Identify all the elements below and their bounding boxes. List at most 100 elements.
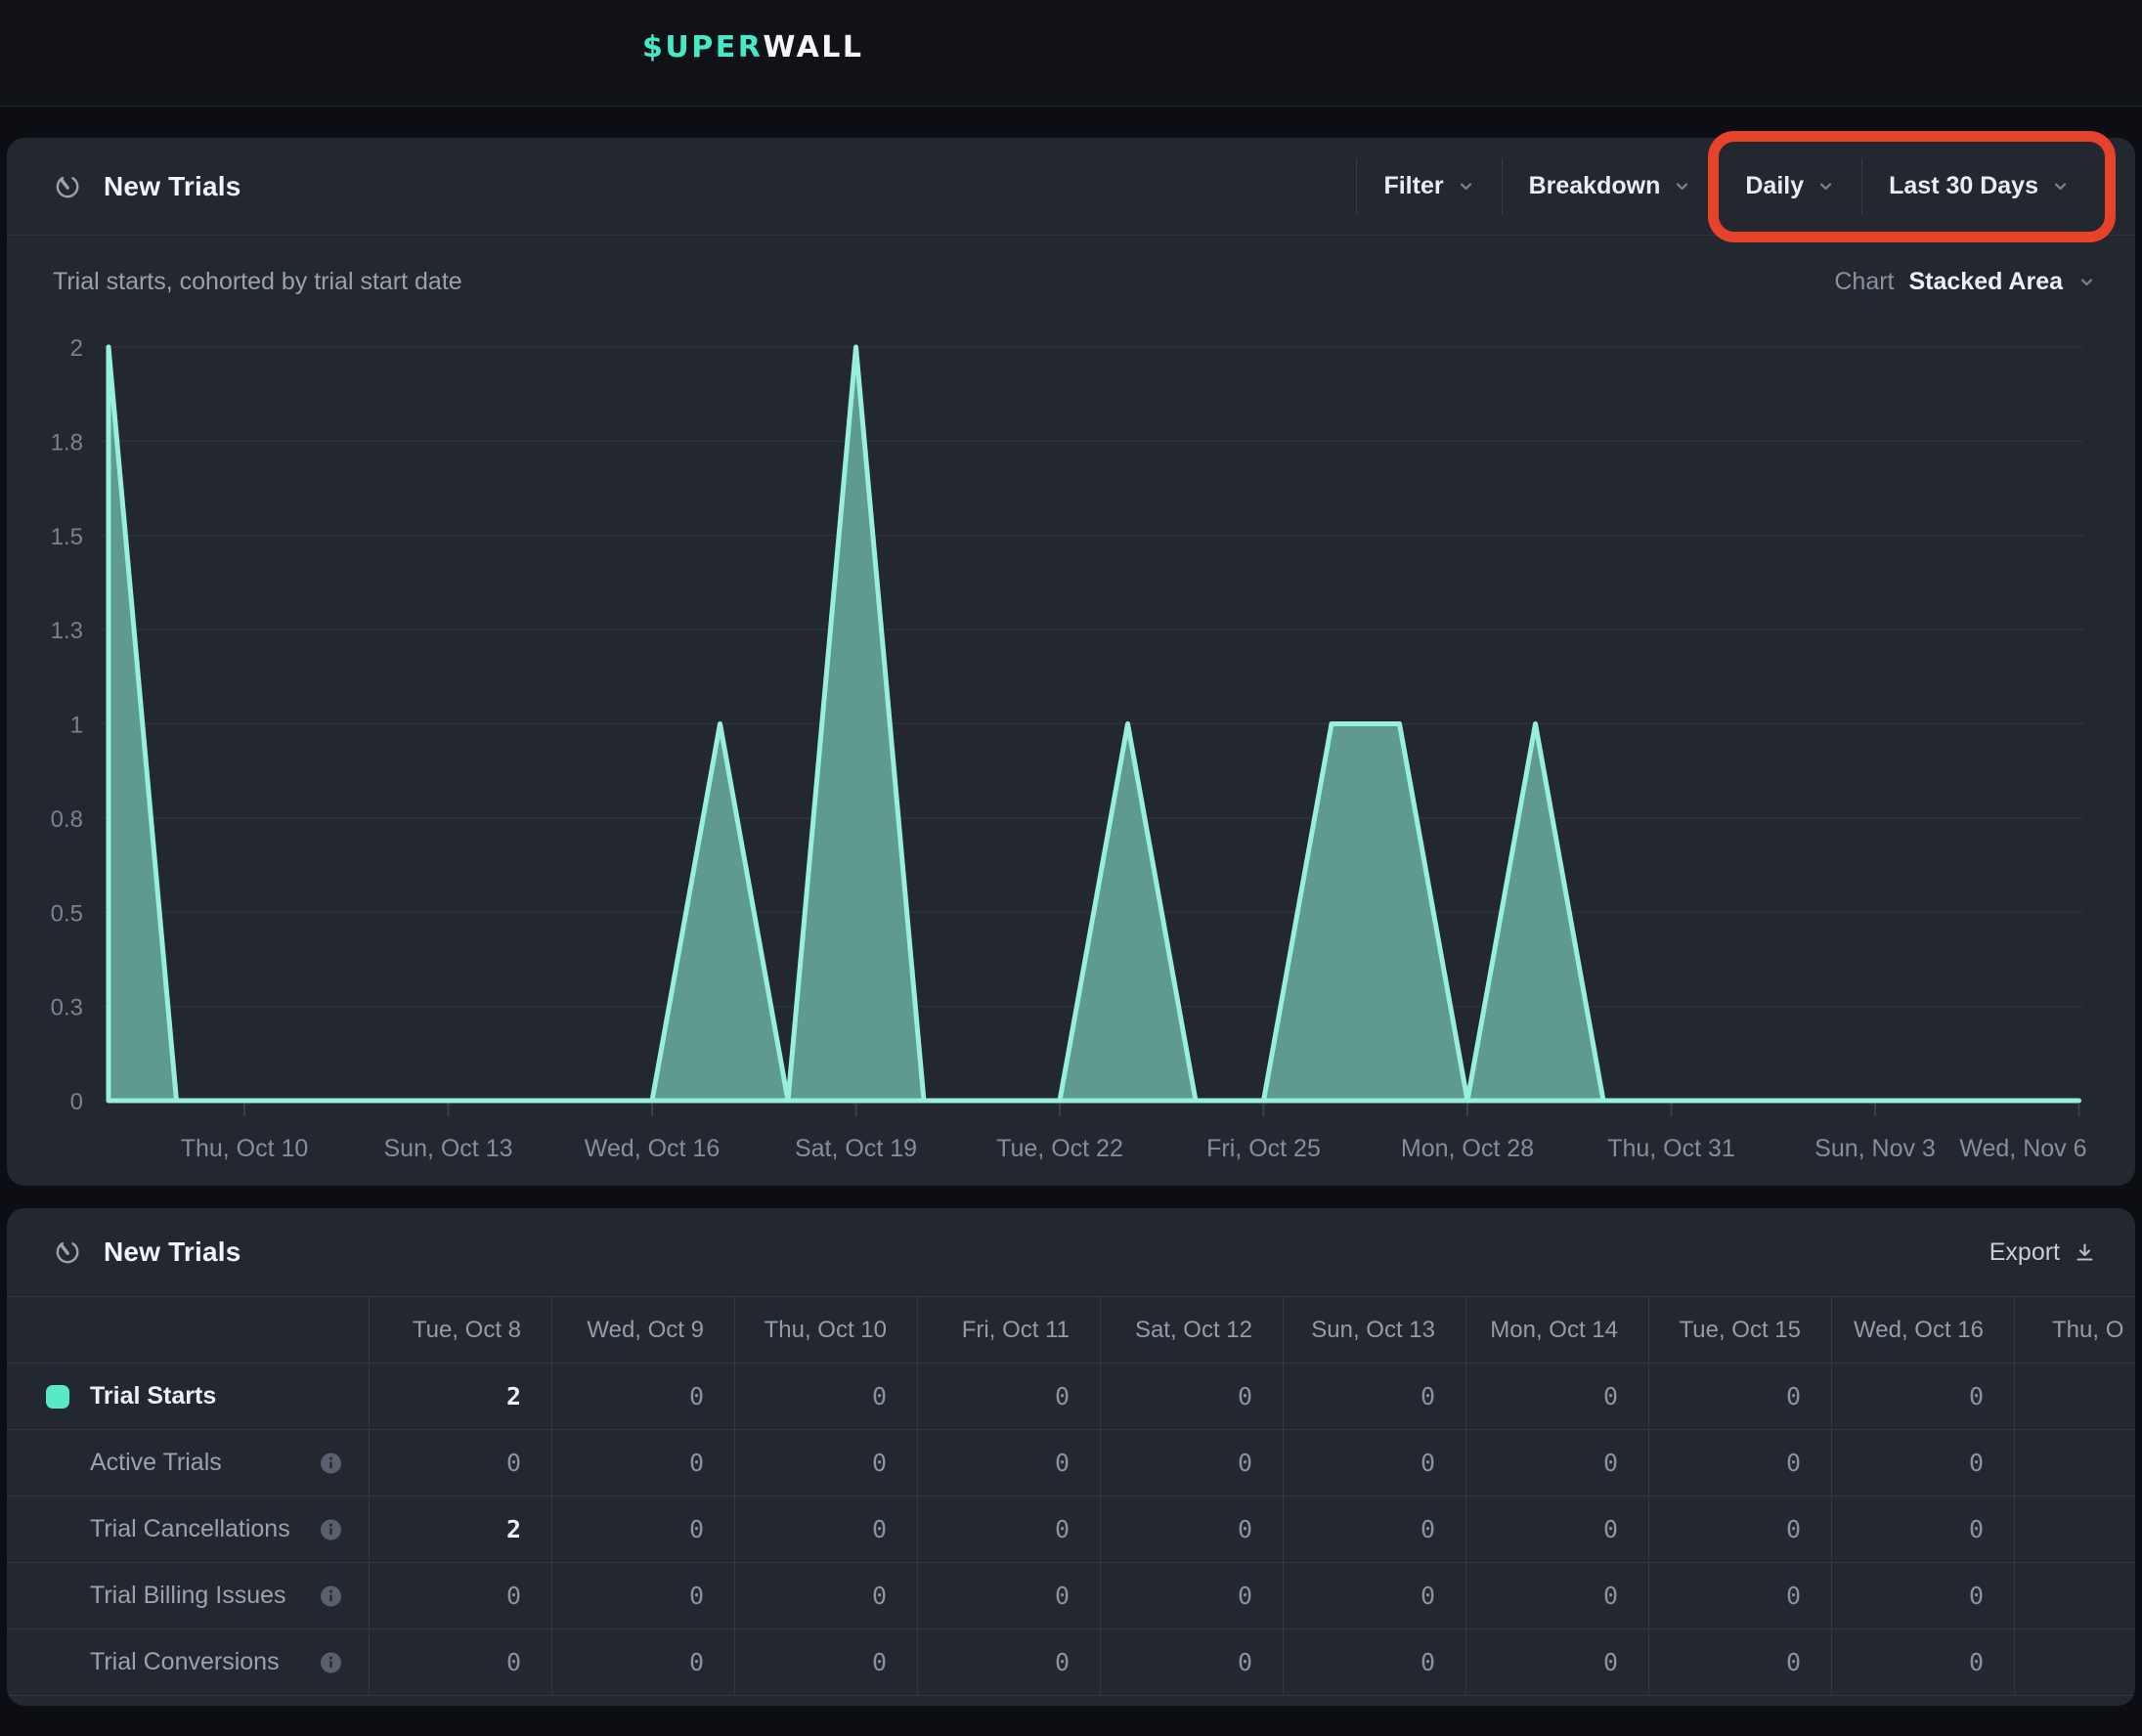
row-label-text: Trial Cancellations xyxy=(90,1515,290,1543)
chevron-down-icon xyxy=(1673,177,1691,195)
column-header: Tue, Oct 8 xyxy=(369,1297,551,1364)
time-range-group: Daily Last 30 Days xyxy=(1718,158,2096,215)
column-header: Thu, Oct 10 xyxy=(734,1297,917,1364)
table-cell: 0 xyxy=(917,1629,1100,1696)
table-cell: 0 xyxy=(1465,1497,1648,1563)
date-range-label: Last 30 Days xyxy=(1889,172,2038,200)
table-cell: 0 xyxy=(1648,1364,1831,1430)
area-series-trial-starts xyxy=(109,347,2079,1101)
table-cell xyxy=(2014,1497,2135,1563)
table-cell: 0 xyxy=(917,1430,1100,1497)
date-range-dropdown[interactable]: Last 30 Days xyxy=(1862,172,2096,200)
table-cell: 0 xyxy=(1283,1430,1465,1497)
table-cell: 0 xyxy=(1648,1497,1831,1563)
table-cell: 0 xyxy=(734,1430,917,1497)
series-color-swatch xyxy=(46,1385,69,1409)
chevron-down-icon xyxy=(2077,273,2096,291)
table-cell: 0 xyxy=(1648,1563,1831,1629)
y-axis-tick-label: 0 xyxy=(70,1089,83,1115)
chart-panel-header: New Trials Filter Breakdown Da xyxy=(7,138,2135,236)
table-cell: 0 xyxy=(369,1563,551,1629)
timer-icon xyxy=(53,1237,82,1267)
chevron-down-icon xyxy=(2051,177,2070,195)
table-cell: 0 xyxy=(1648,1430,1831,1497)
table-cell: 0 xyxy=(734,1364,917,1430)
chart-controls: Filter Breakdown Daily xyxy=(1356,158,2096,215)
table-cell: 0 xyxy=(1465,1629,1648,1696)
chart-type-value: Stacked Area xyxy=(1909,268,2064,296)
x-axis-tick-label: Mon, Oct 28 xyxy=(1401,1135,1534,1162)
table-cell: 0 xyxy=(1465,1563,1648,1629)
table-cell xyxy=(2014,1430,2135,1497)
filter-dropdown[interactable]: Filter xyxy=(1357,172,1501,200)
column-header: Thu, O xyxy=(2014,1297,2135,1364)
download-icon xyxy=(2074,1241,2096,1264)
table-cell: 0 xyxy=(1465,1364,1648,1430)
table-corner-cell xyxy=(7,1297,369,1364)
table-cell: 0 xyxy=(917,1563,1100,1629)
x-axis-tick-label: Sun, Nov 3 xyxy=(1814,1135,1936,1162)
x-axis-tick-label: Sun, Oct 13 xyxy=(383,1135,512,1162)
table-cell: 0 xyxy=(1100,1430,1283,1497)
granularity-label: Daily xyxy=(1745,172,1804,200)
new-trials-table-panel: New Trials Export Tue, Oct 8Wed, Oct 9Th… xyxy=(7,1208,2135,1706)
table-cell: 0 xyxy=(1283,1364,1465,1430)
table-cell: 0 xyxy=(1283,1629,1465,1696)
export-button[interactable]: Export xyxy=(1989,1238,2096,1267)
x-axis-tick-label: Wed, Oct 16 xyxy=(585,1135,721,1162)
table-cell: 0 xyxy=(1831,1563,2014,1629)
row-label: Active Trials xyxy=(7,1430,369,1497)
y-axis-tick-label: 1.3 xyxy=(51,618,83,644)
y-axis-tick-label: 0.5 xyxy=(51,900,83,927)
table-cell: 0 xyxy=(369,1629,551,1696)
y-axis-tick-label: 0.8 xyxy=(51,806,83,833)
table-cell: 0 xyxy=(917,1497,1100,1563)
row-label: Trial Conversions xyxy=(7,1629,369,1696)
table-cell: 0 xyxy=(734,1497,917,1563)
y-axis-tick-label: 0.3 xyxy=(51,995,83,1021)
row-label-text: Active Trials xyxy=(90,1449,222,1477)
chevron-down-icon xyxy=(1816,177,1835,195)
table-cell: 2 xyxy=(369,1497,551,1563)
row-label-text: Trial Billing Issues xyxy=(90,1582,286,1610)
column-header: Sun, Oct 13 xyxy=(1283,1297,1465,1364)
table-cell: 0 xyxy=(1100,1364,1283,1430)
table-cell: 0 xyxy=(1831,1364,2014,1430)
info-icon[interactable] xyxy=(320,1651,342,1673)
row-label: Trial Billing Issues xyxy=(7,1563,369,1629)
column-header: Wed, Oct 16 xyxy=(1831,1297,2014,1364)
table-cell: 0 xyxy=(551,1563,734,1629)
info-icon[interactable] xyxy=(320,1584,342,1607)
table-cell: 0 xyxy=(551,1430,734,1497)
breakdown-dropdown[interactable]: Breakdown xyxy=(1503,172,1719,200)
table-cell: 0 xyxy=(369,1430,551,1497)
breakdown-label: Breakdown xyxy=(1529,172,1661,200)
table-cell: 0 xyxy=(1831,1430,2014,1497)
chart-subheader: Trial starts, cohorted by trial start da… xyxy=(7,236,2135,296)
table-cell: 0 xyxy=(917,1364,1100,1430)
trials-table: Tue, Oct 8Wed, Oct 9Thu, Oct 10Fri, Oct … xyxy=(7,1297,2135,1696)
table-panel-title-group: New Trials xyxy=(53,1237,241,1268)
table-cell: 2 xyxy=(369,1364,551,1430)
superwall-logo: $UPERWALL xyxy=(642,30,864,65)
x-axis-tick-label: Wed, Nov 6 xyxy=(1959,1135,2086,1162)
table-cell: 0 xyxy=(1100,1629,1283,1696)
chart-subtitle: Trial starts, cohorted by trial start da… xyxy=(53,268,462,296)
info-icon[interactable] xyxy=(320,1452,342,1474)
chart-type-dropdown[interactable]: Chart Stacked Area xyxy=(1834,268,2096,296)
table-cell: 0 xyxy=(551,1629,734,1696)
column-header: Wed, Oct 9 xyxy=(551,1297,734,1364)
table-cell: 0 xyxy=(551,1497,734,1563)
table-panel-header: New Trials Export xyxy=(7,1208,2135,1297)
export-label: Export xyxy=(1989,1238,2060,1267)
y-axis-tick-label: 1.5 xyxy=(51,524,83,550)
x-axis-tick-label: Fri, Oct 25 xyxy=(1206,1135,1321,1162)
table-cell: 0 xyxy=(1283,1497,1465,1563)
table-cell: 0 xyxy=(1283,1563,1465,1629)
granularity-dropdown[interactable]: Daily xyxy=(1719,172,1861,200)
y-axis-tick-label: 1.8 xyxy=(51,429,83,456)
table-cell: 0 xyxy=(1100,1497,1283,1563)
logo-prefix: $UPER xyxy=(642,30,763,65)
info-icon[interactable] xyxy=(320,1518,342,1541)
chart-panel-title-group: New Trials xyxy=(53,171,241,202)
